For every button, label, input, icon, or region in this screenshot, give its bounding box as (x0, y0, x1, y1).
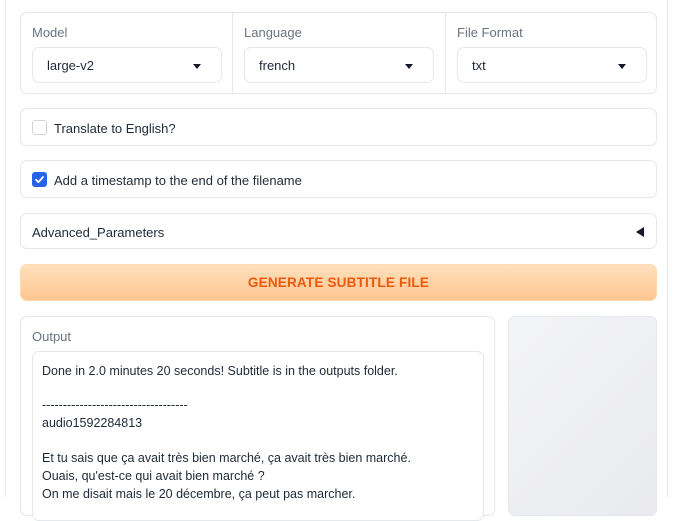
advanced-parameters-label: Advanced_Parameters (32, 225, 165, 240)
output-textarea[interactable]: Done in 2.0 minutes 20 seconds! Subtitle… (32, 351, 484, 521)
timestamp-checkbox[interactable] (32, 172, 47, 187)
chevron-down-icon (193, 64, 201, 69)
translate-checkbox[interactable] (32, 120, 47, 135)
collapse-triangle-icon[interactable] (636, 227, 644, 237)
column-divider (445, 13, 446, 93)
output-line: audio1592284813 (42, 416, 143, 430)
checkmark-icon (35, 176, 44, 184)
language-label: Language (244, 25, 302, 40)
model-select[interactable]: large-v2 (32, 47, 222, 83)
settings-row: Model large-v2 Language french File Form… (20, 12, 657, 94)
file-format-select[interactable]: txt (457, 47, 647, 83)
file-format-label: File Format (457, 25, 523, 40)
timestamp-label: Add a timestamp to the end of the filena… (54, 173, 302, 188)
language-select-value: french (259, 58, 296, 73)
output-line: Et tu sais que ça avait très bien marché… (42, 451, 411, 465)
file-output-panel (508, 316, 657, 516)
output-line: Ouais, qu'est-ce qui avait bien marché ? (42, 469, 265, 483)
left-frame-line (5, 0, 6, 497)
output-line: ----------------------------------- (42, 398, 188, 412)
language-select[interactable]: french (244, 47, 434, 83)
file-format-select-value: txt (472, 58, 486, 73)
output-label: Output (32, 329, 72, 344)
generate-subtitle-button[interactable]: GENERATE SUBTITLE FILE (20, 264, 657, 301)
right-frame-line (667, 0, 668, 497)
chevron-down-icon (618, 64, 626, 69)
column-divider (232, 13, 233, 93)
translate-label: Translate to English? (54, 121, 176, 136)
advanced-parameters-accordion[interactable]: Advanced_Parameters (20, 213, 657, 249)
timestamp-row[interactable]: Add a timestamp to the end of the filena… (20, 160, 657, 198)
model-label: Model (32, 25, 68, 40)
output-panel: Output Done in 2.0 minutes 20 seconds! S… (20, 316, 495, 521)
output-line: On me disait mais le 20 décembre, ça peu… (42, 487, 356, 501)
output-line: Done in 2.0 minutes 20 seconds! Subtitle… (42, 364, 398, 378)
model-select-value: large-v2 (47, 58, 94, 73)
translate-row[interactable]: Translate to English? (20, 108, 657, 146)
chevron-down-icon (405, 64, 413, 69)
